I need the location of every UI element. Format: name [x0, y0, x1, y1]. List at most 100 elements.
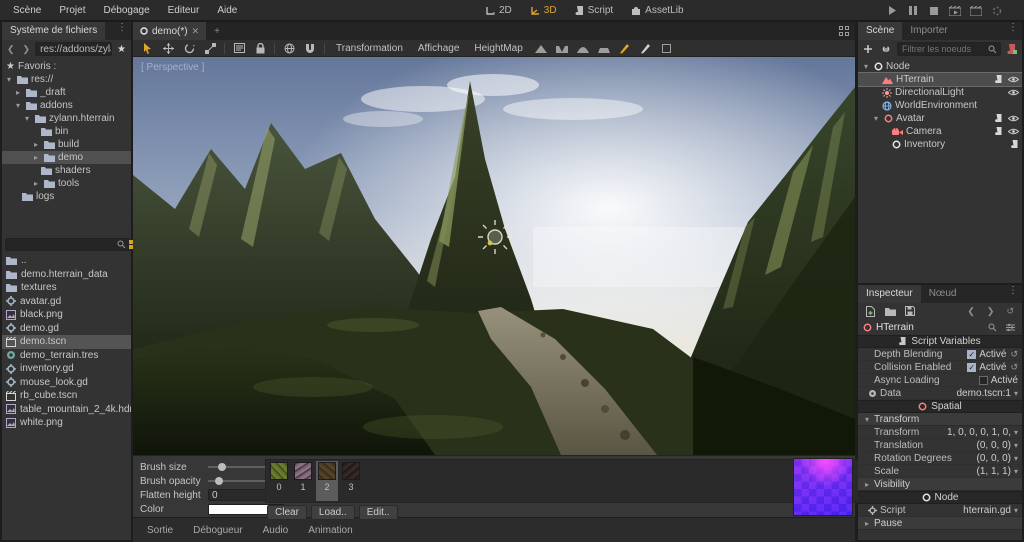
checkbox-checked[interactable]: ✓: [967, 350, 976, 359]
terrain-splat-paint-tool-button[interactable]: [618, 41, 632, 55]
perspective-label[interactable]: [ Perspective ]: [141, 62, 204, 73]
revert-icon[interactable]: ↺: [1010, 349, 1018, 360]
chevron-right-icon[interactable]: ▸: [13, 88, 23, 97]
category-script-variables[interactable]: Script Variables: [858, 335, 1022, 348]
texture-slot-2-selected[interactable]: 2: [316, 461, 338, 501]
node-row-camera[interactable]: Camera: [858, 125, 1022, 138]
terrain-normalmap-preview[interactable]: [793, 458, 853, 516]
heightmap-menu[interactable]: HeightMap: [470, 43, 526, 54]
tree-folder-demo[interactable]: ▸ demo: [2, 151, 131, 164]
terrain-lower-tool-button[interactable]: [555, 41, 569, 55]
chevron-right-icon[interactable]: ▸: [31, 179, 41, 188]
load-button[interactable]: Load..: [311, 505, 355, 520]
favorites-row[interactable]: ★ Favoris :: [2, 60, 131, 73]
tree-folder-addons[interactable]: ▾ addons: [2, 99, 131, 112]
file-row[interactable]: inventory.gd: [2, 362, 131, 376]
menu-scene[interactable]: Scène: [6, 3, 48, 18]
chevron-down-icon[interactable]: ▾: [1014, 428, 1018, 437]
save-resource-button[interactable]: [903, 304, 917, 318]
translation-value[interactable]: (0, 0, 0): [977, 440, 1011, 451]
tree-folder-build[interactable]: ▸ build: [2, 138, 131, 151]
play-button[interactable]: [885, 5, 899, 17]
history-forward-button[interactable]: ❯: [984, 306, 998, 317]
visibility-eye-icon[interactable]: [1008, 115, 1019, 122]
rotation-value[interactable]: (0, 0, 0): [977, 453, 1011, 464]
history-back-button[interactable]: ❮: [4, 44, 18, 55]
data-resource-value[interactable]: demo.tscn:1: [957, 388, 1011, 399]
node-row-hterrain[interactable]: HTerrain: [858, 73, 1022, 86]
dock-menu-icon[interactable]: ⋮: [113, 22, 131, 40]
terrain-flatten-tool-button[interactable]: [597, 41, 611, 55]
chevron-down-icon[interactable]: ▾: [1014, 441, 1018, 450]
workspace-assetlib-button[interactable]: AssetLib: [624, 3, 690, 18]
rotate-tool-button[interactable]: [182, 41, 196, 55]
node-row-worldenvironment[interactable]: WorldEnvironment: [858, 99, 1022, 112]
chevron-right-icon[interactable]: ▸: [31, 140, 41, 149]
menu-project[interactable]: Projet: [52, 3, 92, 18]
terrain-color-paint-tool-button[interactable]: [639, 41, 653, 55]
file-row[interactable]: white.png: [2, 416, 131, 430]
file-row[interactable]: table_mountain_2_4k.hdr: [2, 403, 131, 417]
instance-scene-button[interactable]: [879, 42, 893, 56]
file-row[interactable]: demo_terrain.tres: [2, 349, 131, 363]
tab-inspector[interactable]: Inspecteur: [858, 285, 921, 303]
add-node-button[interactable]: [861, 42, 875, 56]
view-menu[interactable]: Affichage: [414, 43, 464, 54]
visibility-eye-icon[interactable]: [1008, 128, 1019, 135]
dock-menu-icon[interactable]: ⋮: [1004, 22, 1022, 40]
tree-folder-zylann-hterrain[interactable]: ▾ zylann.hterrain: [2, 112, 131, 125]
group-visibility[interactable]: ▸ Visibility: [858, 478, 1022, 491]
file-row-selected[interactable]: demo.tscn: [2, 335, 131, 349]
menu-help[interactable]: Aide: [210, 3, 244, 18]
script-badge-icon[interactable]: [995, 127, 1003, 136]
chevron-down-icon[interactable]: ▾: [1014, 389, 1018, 398]
terrain-mask-tool-button[interactable]: [660, 41, 674, 55]
brush-size-slider[interactable]: [208, 462, 270, 472]
scale-value[interactable]: (1, 1, 1): [977, 466, 1011, 477]
new-scene-tab-button[interactable]: +: [206, 22, 228, 40]
menu-editor[interactable]: Editeur: [161, 3, 207, 18]
terrain-raise-tool-button[interactable]: [534, 41, 548, 55]
pause-button[interactable]: [906, 5, 920, 17]
viewport-3d[interactable]: [ Perspective ]: [133, 57, 855, 455]
object-history-icon[interactable]: ↺: [1003, 306, 1017, 317]
chevron-down-icon[interactable]: ▾: [1014, 467, 1018, 476]
selection-list-button[interactable]: [232, 41, 246, 55]
property-tools-icon[interactable]: [1003, 320, 1017, 334]
workspace-2d-button[interactable]: 2D: [478, 3, 519, 18]
brush-opacity-slider[interactable]: [208, 476, 270, 486]
file-row[interactable]: textures: [2, 281, 131, 295]
transform-value[interactable]: 1, 0, 0, 0, 1, 0,: [947, 427, 1011, 438]
script-value[interactable]: hterrain.gd: [963, 505, 1011, 516]
checkbox-checked[interactable]: ✓: [967, 363, 976, 372]
texture-slot-3[interactable]: 3: [340, 461, 362, 501]
favorite-toggle-icon[interactable]: ★: [114, 44, 129, 55]
tab-output[interactable]: Sortie: [147, 525, 173, 536]
search-properties-icon[interactable]: [985, 320, 999, 334]
file-row[interactable]: rb_cube.tscn: [2, 389, 131, 403]
close-tab-icon[interactable]: ✕: [192, 26, 200, 37]
texture-slot-1[interactable]: 1: [292, 461, 314, 501]
group-transform[interactable]: ▾ Transform: [858, 413, 1022, 426]
tree-folder-res[interactable]: ▾ res://: [2, 73, 131, 86]
distraction-free-toggle[interactable]: [839, 26, 849, 36]
chevron-down-icon[interactable]: ▾: [1014, 454, 1018, 463]
move-tool-button[interactable]: [161, 41, 175, 55]
tab-import[interactable]: Importer: [902, 22, 955, 40]
tab-scene[interactable]: Scène: [858, 22, 902, 40]
play-custom-scene-button[interactable]: [969, 5, 983, 17]
history-forward-button[interactable]: ❯: [20, 44, 34, 55]
attach-script-button[interactable]: [1005, 42, 1019, 56]
tree-folder-bin[interactable]: bin: [2, 125, 131, 138]
lock-button[interactable]: [253, 41, 267, 55]
scale-tool-button[interactable]: [203, 41, 217, 55]
clear-button[interactable]: Clear: [267, 505, 307, 520]
script-badge-icon[interactable]: [995, 75, 1003, 84]
category-spatial[interactable]: Spatial: [858, 400, 1022, 413]
local-space-toggle[interactable]: [282, 41, 296, 55]
chevron-down-icon[interactable]: ▾: [871, 114, 881, 123]
tab-filesystem[interactable]: Système de fichiers: [2, 22, 105, 40]
snap-toggle[interactable]: [303, 41, 317, 55]
history-back-button[interactable]: ❮: [964, 306, 978, 317]
tree-folder-tools[interactable]: ▸ tools: [2, 177, 131, 190]
